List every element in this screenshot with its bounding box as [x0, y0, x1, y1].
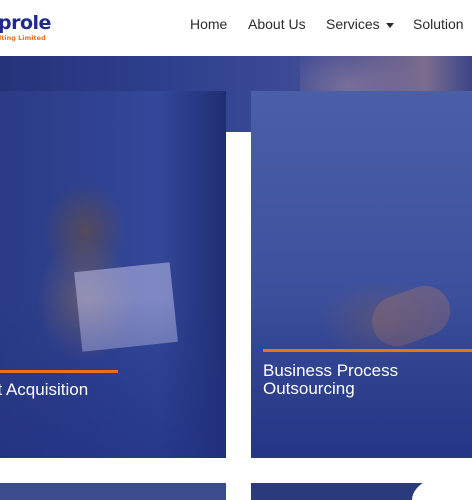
corner-decoration — [412, 470, 472, 500]
service-card-business-process-outsourcing[interactable]: Business Process Outsourcing — [251, 91, 472, 458]
site-header: prole lting Limited Home About Us Servic… — [0, 0, 472, 56]
card-title-line-2: Outsourcing — [263, 379, 355, 398]
service-card-talent-acquisition[interactable]: nt Acquisition — [0, 91, 226, 458]
nav-about-link[interactable]: About Us — [248, 16, 306, 32]
brand-logo[interactable]: prole lting Limited — [0, 10, 70, 44]
nav-services-dropdown[interactable]: Services — [326, 16, 394, 32]
card-title-line-1: Business Process — [263, 361, 399, 380]
brand-logo-tagline: lting Limited — [0, 34, 46, 42]
chevron-down-icon — [385, 22, 394, 28]
card-title: Business Process Outsourcing — [263, 362, 398, 398]
card-accent-rule — [263, 349, 472, 352]
service-card-next-left[interactable] — [0, 483, 226, 500]
card-overlay — [0, 298, 226, 458]
nav-home-link[interactable]: Home — [190, 16, 227, 32]
card-accent-rule — [0, 370, 118, 373]
nav-services-label: Services — [326, 16, 380, 32]
card-title: nt Acquisition — [0, 380, 89, 399]
nav-solution-link[interactable]: Solution — [413, 16, 464, 32]
brand-logo-text: prole — [0, 12, 51, 34]
